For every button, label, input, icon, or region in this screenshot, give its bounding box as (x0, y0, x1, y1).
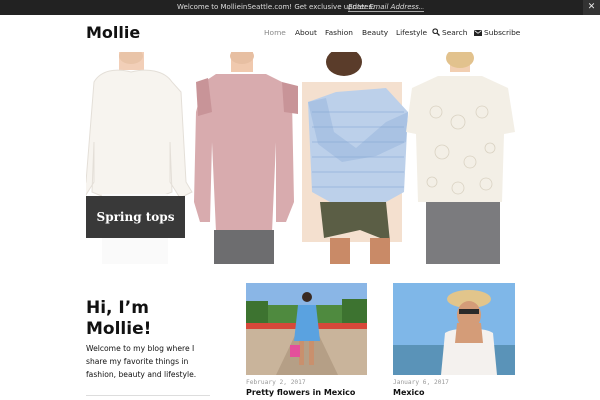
top-white-lace (406, 52, 515, 264)
post-title[interactable]: Pretty flowers in Mexico (246, 388, 355, 397)
top-pink-cold-shoulder (194, 52, 298, 264)
intro-title: Hi, I’m Mollie! (86, 298, 152, 339)
mail-icon (474, 30, 482, 36)
nav-about[interactable]: About (295, 28, 317, 37)
post-image[interactable] (246, 283, 367, 375)
nav-search[interactable]: Search (432, 28, 467, 37)
promo-bar: Welcome to MollieinSeattle.com! Get excl… (0, 0, 600, 15)
nav-search-label: Search (442, 28, 468, 37)
top-blue-striped-ruffle (302, 52, 408, 264)
nav-home[interactable]: Home (264, 28, 286, 37)
close-icon[interactable]: ✕ (583, 0, 600, 15)
email-signup-input[interactable] (348, 2, 424, 12)
post-title[interactable]: Mexico (393, 388, 425, 397)
site-title[interactable]: Mollie (86, 23, 140, 42)
nav-subscribe-label: Subscribe (484, 28, 521, 37)
divider (86, 395, 210, 396)
nav-subscribe[interactable]: Subscribe (474, 28, 520, 37)
search-icon (432, 28, 440, 36)
hero-label[interactable]: Spring tops (86, 196, 185, 238)
post-date: January 6, 2017 (393, 379, 449, 386)
nav-fashion[interactable]: Fashion (325, 28, 353, 37)
intro-text: Welcome to my blog where I share my favo… (86, 344, 197, 379)
nav-lifestyle[interactable]: Lifestyle (396, 28, 427, 37)
post-date: February 2, 2017 (246, 379, 306, 386)
promo-message: Welcome to MollieinSeattle.com! Get excl… (177, 3, 375, 11)
post-photo-beach (393, 283, 515, 375)
post-photo-street (246, 283, 367, 375)
post-image[interactable] (393, 283, 515, 375)
nav-beauty[interactable]: Beauty (362, 28, 388, 37)
